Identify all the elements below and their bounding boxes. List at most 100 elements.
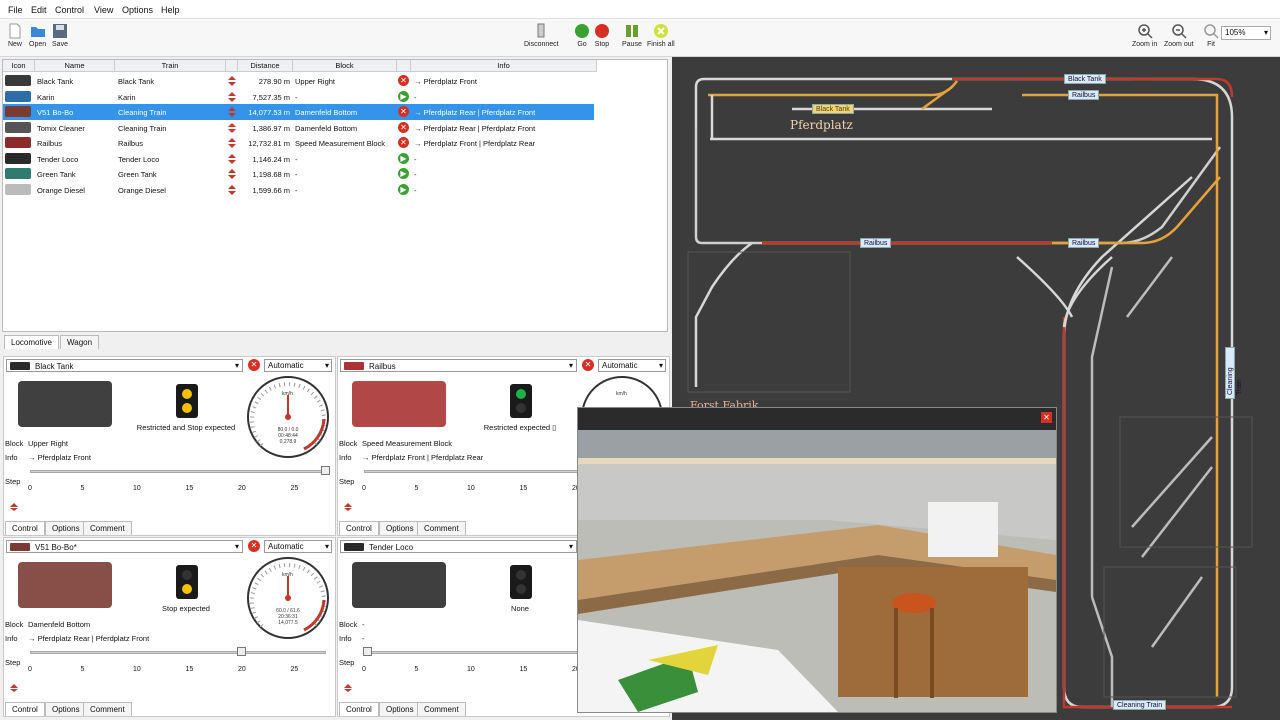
- new-button[interactable]: New: [7, 23, 23, 48]
- play-status-icon[interactable]: ▶: [398, 168, 409, 179]
- stop-loco-icon[interactable]: ✕: [248, 540, 260, 552]
- row-name: Black Tank: [37, 77, 74, 86]
- train-tag-railbus-mid[interactable]: Railbus: [860, 238, 892, 248]
- slider-handle[interactable]: [363, 647, 372, 656]
- fit-button[interactable]: Fit: [1203, 23, 1219, 48]
- col-status[interactable]: [397, 60, 411, 72]
- train-tag-cleaning-bottom[interactable]: Cleaning Train: [1113, 700, 1167, 710]
- speed-slider[interactable]: [30, 466, 330, 475]
- play-status-icon[interactable]: ▶: [398, 183, 409, 195]
- stop-loco-icon[interactable]: ✕: [582, 359, 594, 371]
- direction-icon[interactable]: [228, 76, 236, 86]
- slider-handle[interactable]: [321, 466, 330, 475]
- block-value: Speed Measurement Block: [362, 439, 453, 448]
- play-status-icon[interactable]: ▶: [398, 90, 409, 102]
- tab-comment[interactable]: Comment: [417, 521, 466, 535]
- direction-icon[interactable]: [228, 107, 236, 117]
- tab-control[interactable]: Control: [339, 702, 379, 716]
- step-tick: 20: [238, 666, 246, 673]
- train-tag-railbus-top[interactable]: Railbus: [1068, 90, 1100, 100]
- row-train: Cleaning Train: [118, 123, 167, 133]
- menu-edit[interactable]: Edit: [31, 5, 47, 15]
- table-row[interactable]: V51 Bo-Bo Cleaning Train 14,077.53 m Damenf…: [3, 104, 594, 120]
- stop-status-icon[interactable]: ✕: [398, 106, 409, 117]
- col-name[interactable]: Name: [35, 60, 115, 72]
- train-tag-black-tank-station[interactable]: Black Tank: [812, 104, 854, 114]
- train-tag-cleaning-side[interactable]: Cleaning Train: [1225, 347, 1243, 399]
- table-row[interactable]: Karin Karin 7,527.35 m - ▶ -: [3, 89, 594, 105]
- table-row[interactable]: Tomix Cleaner Cleaning Train 1,386.97 m Dam…: [3, 120, 594, 136]
- col-info[interactable]: Info: [411, 60, 597, 72]
- camera-window[interactable]: ✕: [577, 407, 1057, 713]
- direction-icon[interactable]: [344, 684, 352, 692]
- table-row[interactable]: Tender Loco Tender Loco 1,146.24 m - ▶ -: [3, 151, 594, 167]
- tab-control[interactable]: Control: [5, 521, 45, 535]
- speed-slider[interactable]: [30, 647, 326, 656]
- stop-status-icon[interactable]: ✕: [398, 137, 409, 148]
- slider-handle[interactable]: [237, 647, 246, 656]
- tab-control[interactable]: Control: [5, 702, 45, 716]
- menu-view[interactable]: View: [94, 5, 113, 15]
- direction-icon[interactable]: [344, 503, 352, 511]
- menu-options[interactable]: Options: [122, 5, 153, 15]
- loco-select[interactable]: Black Tank ▾: [6, 359, 243, 372]
- menu-file[interactable]: File: [8, 5, 23, 15]
- direction-icon[interactable]: [228, 91, 236, 102]
- direction-icon[interactable]: [10, 503, 18, 511]
- col-block[interactable]: Block: [293, 60, 397, 72]
- loco-select[interactable]: Railbus ▾: [340, 359, 577, 372]
- tab-comment[interactable]: Comment: [417, 702, 466, 716]
- tab-comment[interactable]: Comment: [83, 702, 132, 716]
- tab-options[interactable]: Options: [45, 702, 87, 716]
- stop-loco-icon[interactable]: ✕: [248, 359, 260, 371]
- pause-button[interactable]: Pause: [622, 23, 642, 48]
- zoom-in-button[interactable]: Zoom in: [1132, 23, 1157, 48]
- open-button[interactable]: Open: [29, 23, 46, 48]
- tab-control[interactable]: Control: [339, 521, 379, 535]
- row-info: → Pferdplatz Front | Pferdplatz Rear: [414, 139, 536, 148]
- direction-icon[interactable]: [228, 138, 236, 148]
- zoom-select[interactable]: 105%: [1221, 26, 1271, 40]
- mode-select[interactable]: Automatic: [598, 359, 666, 372]
- col-icon[interactable]: Icon: [3, 60, 35, 72]
- loco-select[interactable]: Tender Loco ▾: [340, 540, 577, 553]
- direction-icon[interactable]: [228, 169, 236, 179]
- train-tag-railbus-right[interactable]: Railbus: [1068, 238, 1100, 248]
- stop-status-icon[interactable]: ✕: [398, 121, 409, 133]
- tab-options[interactable]: Options: [379, 702, 421, 716]
- disconnect-button[interactable]: Disconnect: [524, 23, 559, 48]
- station-label: Pferdplatz: [790, 118, 853, 132]
- stop-button[interactable]: Stop: [594, 23, 610, 48]
- tab-comment[interactable]: Comment: [83, 521, 132, 535]
- direction-icon[interactable]: [10, 684, 18, 692]
- table-row[interactable]: Green Tank Green Tank 1,198.68 m - ▶ -: [3, 166, 594, 182]
- go-button[interactable]: Go: [574, 23, 590, 48]
- tab-locomotive[interactable]: Locomotive: [4, 335, 59, 349]
- menu-help[interactable]: Help: [161, 5, 180, 15]
- table-row[interactable]: Orange Diesel Orange Diesel 1,599.66 m - ▶ -: [3, 182, 594, 198]
- direction-icon[interactable]: [228, 122, 236, 133]
- play-status-icon[interactable]: ▶: [398, 152, 409, 164]
- loco-select[interactable]: V51 Bo-Bo* ▾: [6, 540, 243, 553]
- zoom-out-button[interactable]: Zoom out: [1164, 23, 1194, 48]
- train-tag-black-tank[interactable]: Black Tank: [1064, 74, 1106, 84]
- tab-wagon[interactable]: Wagon: [60, 335, 100, 349]
- direction-icon[interactable]: [228, 153, 236, 164]
- col-direction[interactable]: [226, 60, 238, 72]
- finish-all-button[interactable]: Finish all: [647, 23, 675, 48]
- col-train[interactable]: Train: [115, 60, 226, 72]
- table-row[interactable]: Railbus Railbus 12,732.81 m Speed Measureme…: [3, 135, 594, 151]
- signal-status: None: [511, 604, 529, 613]
- col-distance[interactable]: Distance: [238, 60, 293, 72]
- tab-options[interactable]: Options: [45, 521, 87, 535]
- table-row[interactable]: Black Tank Black Tank 278.90 m Upper Right ✕…: [3, 73, 594, 89]
- mode-select[interactable]: Automatic: [264, 359, 332, 372]
- tab-options[interactable]: Options: [379, 521, 421, 535]
- direction-icon[interactable]: [228, 184, 236, 195]
- mode-select[interactable]: Automatic: [264, 540, 332, 553]
- menu-control[interactable]: Control: [55, 5, 84, 15]
- save-button[interactable]: Save: [52, 23, 68, 48]
- close-icon[interactable]: ✕: [1041, 412, 1052, 423]
- fit-icon: [1204, 24, 1219, 39]
- stop-status-icon[interactable]: ✕: [398, 75, 409, 86]
